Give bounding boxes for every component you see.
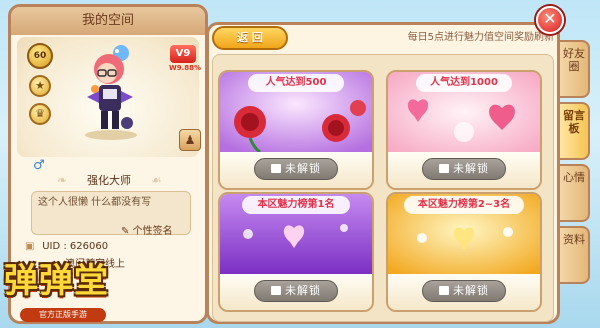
locked-status: 未解锁: [254, 280, 338, 302]
lock-icon: [439, 286, 449, 295]
uid-label: UID: [42, 241, 61, 252]
tab-mood[interactable]: 心情: [560, 164, 590, 222]
uid-value: 626060: [69, 241, 109, 252]
profile-title: 我的空间: [11, 7, 205, 35]
back-button[interactable]: 返 回: [212, 26, 288, 50]
avatar-stage: 60 ★ ♛ V9 W9.88% ♟: [17, 37, 201, 157]
guild-icon[interactable]: ♛: [29, 103, 51, 125]
logo-title: 弹弹堂: [4, 261, 109, 301]
card-title: 本区魅力榜第1名: [242, 196, 350, 214]
reward-card[interactable]: 本区魅力榜第2~3名 未解锁: [386, 192, 542, 312]
card-title: 人气达到500: [248, 74, 344, 92]
game-logo: 弹弹堂 官方正版手游: [0, 252, 120, 328]
card-title: 人气达到1000: [416, 74, 512, 92]
lock-icon: [271, 286, 281, 295]
level-badge: 60: [27, 43, 53, 69]
reward-card[interactable]: 本区魅力榜第1名 未解锁: [218, 192, 374, 312]
edit-icon: ✎: [121, 226, 130, 237]
locked-status: 未解锁: [422, 280, 506, 302]
vip-badge[interactable]: V9 W9.88%: [169, 45, 201, 73]
signature-edit-label: 个性签名: [132, 226, 173, 237]
wing-right-icon: ☙: [151, 173, 162, 187]
card-title: 本区魅力榜第2~3名: [404, 196, 524, 214]
tab-profile[interactable]: 资料: [560, 226, 590, 284]
logo-subtitle: 官方正版手游: [20, 308, 106, 322]
close-icon[interactable]: ✕: [536, 6, 564, 34]
reward-card[interactable]: 人气达到1000 未解锁: [386, 70, 542, 190]
tab-message-board[interactable]: 留言板: [560, 102, 590, 160]
lock-icon: [271, 164, 281, 173]
avatar: [85, 45, 137, 140]
medal-icon[interactable]: ★: [29, 75, 51, 97]
signature-edit-button[interactable]: ✎ 个性签名: [121, 225, 195, 239]
lock-icon: [439, 164, 449, 173]
locked-status: 未解锁: [254, 158, 338, 180]
tab-friends-circle[interactable]: 好友圈: [560, 40, 590, 98]
refresh-note: 每日5点进行魅力值空间奖励刷新: [407, 32, 554, 43]
add-friend-icon[interactable]: ♟: [179, 129, 201, 151]
locked-status: 未解锁: [422, 158, 506, 180]
reward-card[interactable]: 人气达到500 未解锁: [218, 70, 374, 190]
